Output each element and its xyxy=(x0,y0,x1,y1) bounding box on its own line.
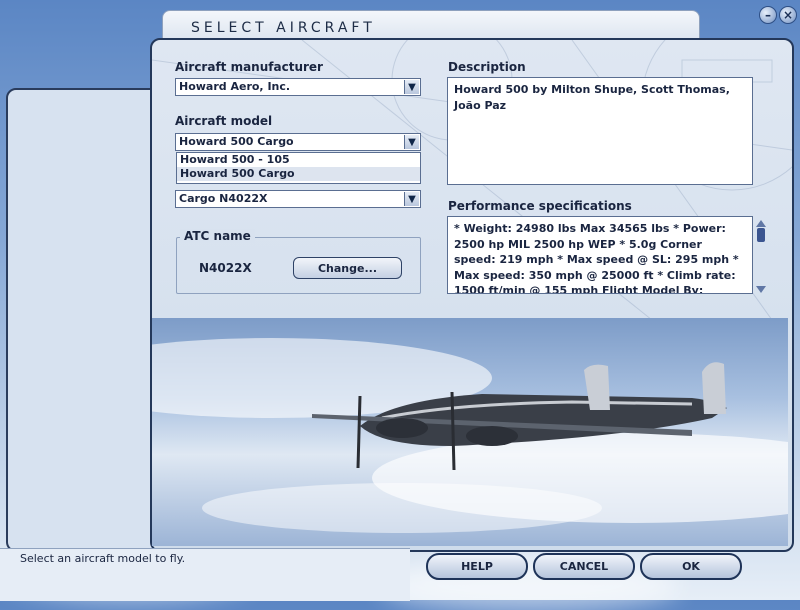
dropdown-option[interactable]: Howard 500 Cargo xyxy=(177,167,420,181)
ok-button[interactable]: OK xyxy=(640,553,742,580)
cancel-button[interactable]: CANCEL xyxy=(533,553,635,580)
manufacturer-value: Howard Aero, Inc. xyxy=(179,80,291,93)
atc-label: ATC name xyxy=(180,229,255,243)
model-value: Howard 500 Cargo xyxy=(179,135,294,148)
left-side-panel xyxy=(6,88,170,552)
status-text: Select an aircraft model to fly. xyxy=(20,552,186,565)
scroll-down-icon[interactable] xyxy=(756,286,766,293)
model-label: Aircraft model xyxy=(175,114,273,128)
variation-select[interactable]: Cargo N4022X ▼ xyxy=(175,190,421,208)
performance-scrollbar[interactable] xyxy=(756,220,766,294)
model-dropdown-list: Howard 500 - 105 Howard 500 Cargo xyxy=(176,152,421,184)
scroll-up-icon[interactable] xyxy=(756,220,766,227)
performance-text: * Weight: 24980 lbs Max 34565 lbs * Powe… xyxy=(447,216,753,294)
description-label: Description xyxy=(448,60,526,74)
aircraft-image xyxy=(152,338,788,533)
description-text: Howard 500 by Milton Shupe, Scott Thomas… xyxy=(447,77,753,185)
chevron-down-icon[interactable]: ▼ xyxy=(404,80,419,94)
help-button[interactable]: HELP xyxy=(426,553,528,580)
performance-label: Performance specifications xyxy=(448,199,632,213)
atc-value: N4022X xyxy=(199,261,252,275)
chevron-down-icon[interactable]: ▼ xyxy=(404,192,419,206)
window-title: SELECT AIRCRAFT xyxy=(191,20,376,36)
close-icon[interactable]: × xyxy=(779,6,797,24)
aircraft-preview xyxy=(152,318,788,546)
variation-value: Cargo N4022X xyxy=(179,192,268,205)
scroll-thumb[interactable] xyxy=(757,228,765,242)
model-select[interactable]: Howard 500 Cargo ▼ xyxy=(175,133,421,151)
change-button[interactable]: Change... xyxy=(293,257,402,279)
manufacturer-select[interactable]: Howard Aero, Inc. ▼ xyxy=(175,78,421,96)
chevron-down-icon[interactable]: ▼ xyxy=(404,135,419,149)
minimize-icon[interactable]: – xyxy=(759,6,777,24)
dropdown-option[interactable]: Howard 500 - 105 xyxy=(177,153,420,167)
manufacturer-label: Aircraft manufacturer xyxy=(175,60,323,74)
background-cloud xyxy=(380,560,680,610)
